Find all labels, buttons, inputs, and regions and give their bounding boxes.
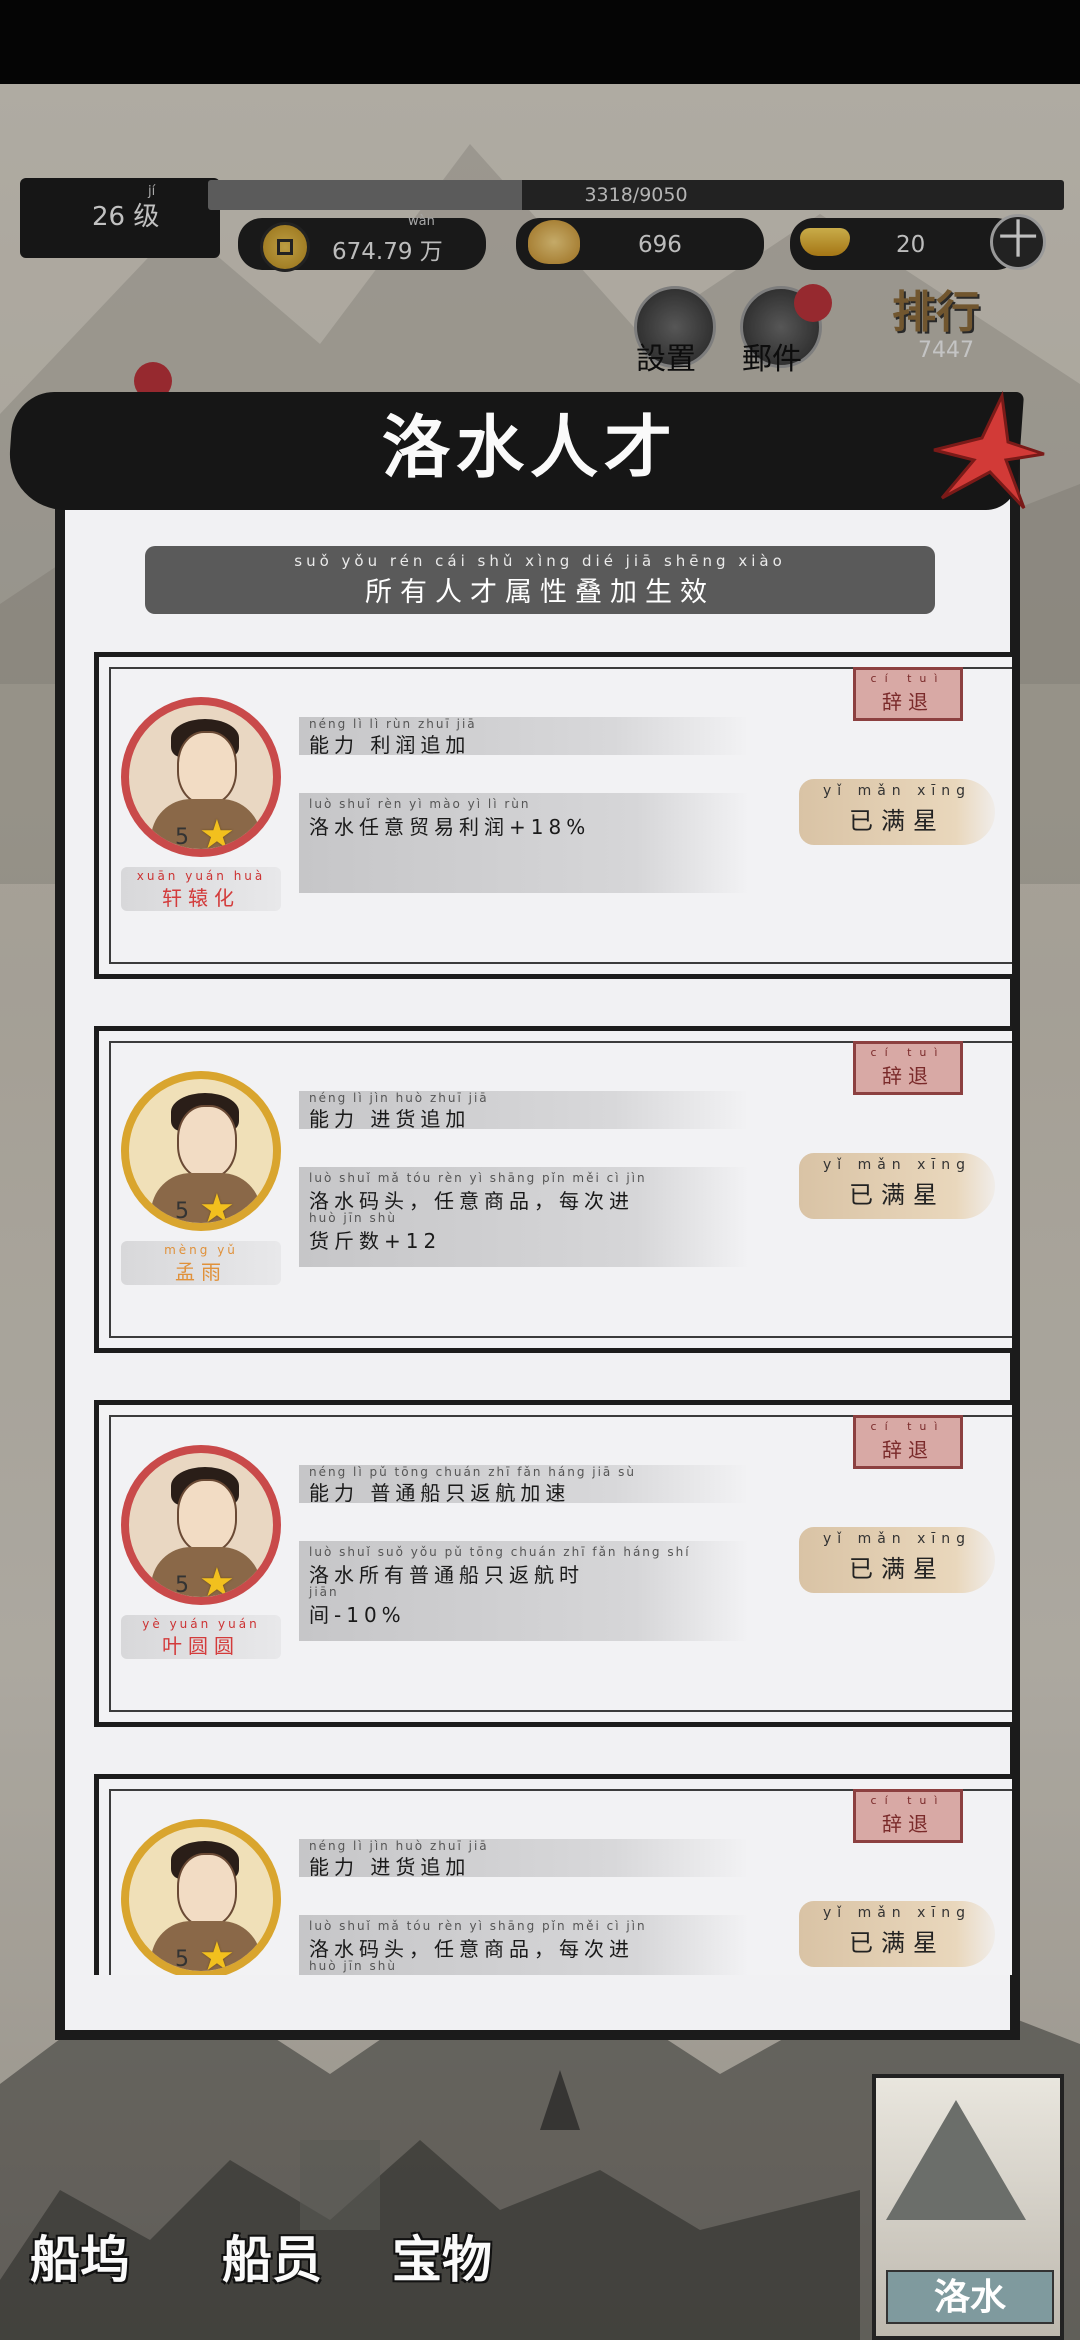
max-star-badge: yǐ mǎn xīng 已满星 — [799, 1153, 995, 1219]
star-count: 5 — [175, 825, 189, 850]
effect-line-2: 间-10% — [309, 1603, 406, 1627]
star-icon: ★ — [199, 1186, 235, 1231]
subtitle-text: 所有人才属性叠加生效 — [365, 577, 715, 608]
star-count: 5 — [175, 1947, 189, 1972]
dismiss-button[interactable]: cí tuì 辞退 — [853, 1415, 963, 1469]
talent-name: 轩辕化 — [162, 886, 240, 910]
effect-box: luò shuǐ suǒ yǒu pǔ tōng chuán zhī fǎn h… — [299, 1541, 749, 1641]
star-icon: ★ — [199, 1560, 235, 1605]
talent-name: 叶圆圆 — [162, 1634, 240, 1658]
name-tag: mèng yǔ 孟雨 — [121, 1241, 281, 1285]
name-pinyin: xuān yuán huà — [136, 869, 266, 883]
panel-title: 洛水人才 — [381, 408, 678, 488]
dismiss-button[interactable]: cí tuì 辞退 — [853, 1041, 963, 1095]
max-star-label: 已满星 — [849, 807, 945, 835]
max-star-pinyin: yǐ mǎn xīng — [822, 1157, 972, 1173]
star-icon: ★ — [199, 812, 235, 857]
dismiss-label: 辞退 — [882, 1064, 934, 1088]
max-star-pinyin: yǐ mǎn xīng — [822, 1531, 972, 1547]
nav-crew[interactable]: 船员 — [222, 2220, 322, 2320]
max-star-label: 已满星 — [849, 1555, 945, 1583]
ability-text: 能力 利润追加 — [309, 733, 471, 757]
ability-text: 能力 进货追加 — [309, 1855, 471, 1879]
portrait-face — [177, 1105, 237, 1179]
subtitle-banner: suǒ yǒu rén cái shǔ xìng dié jiā shēng x… — [145, 546, 935, 614]
max-star-pinyin: yǐ mǎn xīng — [822, 783, 972, 799]
nav-treasure[interactable]: 宝物 — [392, 2220, 492, 2320]
name-tag: yè yuán yuán 叶圆圆 — [121, 1615, 281, 1659]
dismiss-label: 辞退 — [882, 1812, 934, 1836]
ability-banner: néng lì lì rùn zhuī jiā 能力 利润追加 — [299, 717, 749, 757]
effect-line-1: 洛水码头，任意商品，每次进 — [309, 1937, 634, 1961]
dismiss-label: 辞退 — [882, 1438, 934, 1462]
talent-card: 5 ★ néng lì jìn huò zhuī jiā 能力 进货追加 luò… — [94, 1774, 1012, 1975]
effect-box: luò shuǐ rèn yì mào yì lì rùn 洛水任意贸易利润+1… — [299, 793, 749, 893]
max-star-badge: yǐ mǎn xīng 已满星 — [799, 1527, 995, 1593]
effect-box: luò shuǐ mǎ tóu rèn yì shāng pǐn měi cì … — [299, 1915, 749, 1975]
status-bar — [0, 0, 1080, 84]
talent-card: 5 ★ yè yuán yuán 叶圆圆 néng lì pǔ tōng chu… — [94, 1400, 1012, 1727]
star-count: 5 — [175, 1199, 189, 1224]
dismiss-pinyin: cí tuì — [870, 1794, 946, 1807]
effect-box: luò shuǐ mǎ tóu rèn yì shāng pǐn měi cì … — [299, 1167, 749, 1267]
effect-line-1: 洛水任意贸易利润+18% — [309, 815, 591, 839]
dismiss-pinyin: cí tuì — [870, 672, 946, 685]
subtitle-pinyin: suǒ yǒu rén cái shǔ xìng dié jiā shēng x… — [294, 552, 786, 570]
name-tag: xuān yuán huà 轩辕化 — [121, 867, 281, 911]
name-pinyin: mèng yǔ — [164, 1243, 238, 1257]
dismiss-pinyin: cí tuì — [870, 1420, 946, 1433]
max-star-badge: yǐ mǎn xīng 已满星 — [799, 779, 995, 845]
talent-portrait: 5 ★ — [121, 697, 281, 857]
star-count: 5 — [175, 1573, 189, 1598]
name-pinyin: yè yuán yuán — [142, 1617, 260, 1631]
effect-line-2: 货斤数+12 — [309, 1229, 442, 1253]
talent-name: 孟雨 — [175, 1260, 227, 1284]
ability-banner: néng lì jìn huò zhuī jiā 能力 进货追加 — [299, 1839, 749, 1879]
mountain-icon — [886, 2100, 1026, 2220]
close-icon[interactable] — [920, 388, 1050, 518]
dismiss-button[interactable]: cí tuì 辞退 — [853, 667, 963, 721]
max-star-label: 已满星 — [849, 1929, 945, 1957]
effect-line-1: 洛水所有普通船只返航时 — [309, 1563, 584, 1587]
effect-pinyin-2: huò jīn shù — [309, 1211, 397, 1225]
effect-pinyin-1: luò shuǐ rèn yì mào yì lì rùn — [309, 797, 531, 811]
map-label: 洛水 — [886, 2270, 1054, 2324]
max-star-badge: yǐ mǎn xīng 已满星 — [799, 1901, 995, 1967]
effect-pinyin-1: luò shuǐ mǎ tóu rèn yì shāng pǐn měi cì … — [309, 1919, 647, 1933]
effect-pinyin-1: luò shuǐ mǎ tóu rèn yì shāng pǐn měi cì … — [309, 1171, 647, 1185]
nav-shipyard[interactable]: 船坞 — [30, 2220, 130, 2320]
ability-banner: néng lì pǔ tōng chuán zhī fǎn háng jiā s… — [299, 1465, 749, 1505]
effect-line-1: 洛水码头，任意商品，每次进 — [309, 1189, 634, 1213]
star-icon: ★ — [199, 1934, 235, 1975]
max-star-label: 已满星 — [849, 1181, 945, 1209]
talent-portrait: 5 ★ — [121, 1445, 281, 1605]
effect-pinyin-2: jiān — [309, 1585, 339, 1599]
portrait-face — [177, 731, 237, 805]
portrait-face — [177, 1853, 237, 1927]
ability-text: 能力 普通船只返航加速 — [309, 1481, 571, 1505]
talent-card: 5 ★ mèng yǔ 孟雨 néng lì jìn huò zhuī jiā … — [94, 1026, 1012, 1353]
talent-portrait: 5 ★ — [121, 1819, 281, 1975]
dismiss-button[interactable]: cí tuì 辞退 — [853, 1789, 963, 1843]
talent-portrait: 5 ★ — [121, 1071, 281, 1231]
dismiss-pinyin: cí tuì — [870, 1046, 946, 1059]
map-luoshui-button[interactable]: 洛水 — [872, 2074, 1064, 2340]
talent-card: 5 ★ xuān yuán huà 轩辕化 néng lì lì rùn zhu… — [94, 652, 1012, 979]
dismiss-label: 辞退 — [882, 690, 934, 714]
max-star-pinyin: yǐ mǎn xīng — [822, 1905, 972, 1921]
portrait-face — [177, 1479, 237, 1553]
talent-list[interactable]: 5 ★ xuān yuán huà 轩辕化 néng lì lì rùn zhu… — [62, 630, 1012, 1975]
effect-pinyin-2: huò jīn shù — [309, 1959, 397, 1973]
ability-banner: néng lì jìn huò zhuī jiā 能力 进货追加 — [299, 1091, 749, 1131]
effect-pinyin-1: luò shuǐ suǒ yǒu pǔ tōng chuán zhī fǎn h… — [309, 1545, 691, 1559]
ability-text: 能力 进货追加 — [309, 1107, 471, 1131]
